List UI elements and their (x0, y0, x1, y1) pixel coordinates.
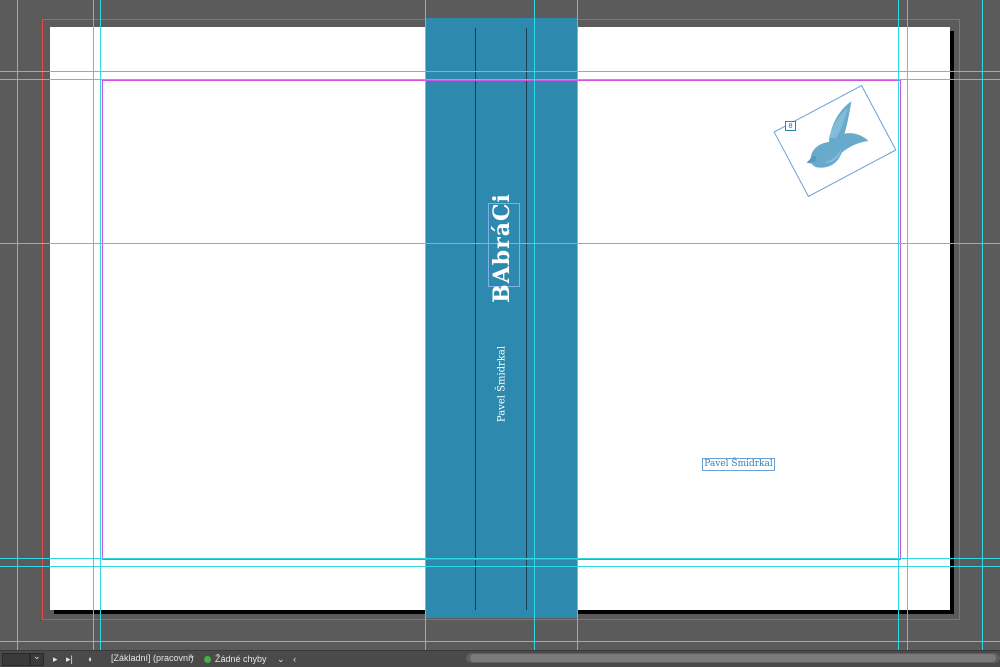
scrollbar-thumb[interactable] (470, 654, 996, 662)
spine-fold-left (475, 28, 476, 610)
guide-vertical[interactable] (100, 0, 101, 650)
preflight-label: Žádné chyby (215, 654, 267, 664)
guide-horizontal[interactable] (0, 566, 1000, 567)
guide-vertical[interactable] (17, 0, 18, 650)
guide-vertical[interactable] (907, 0, 908, 650)
guide-vertical[interactable] (982, 0, 983, 650)
page-dropdown[interactable]: ⌄ (30, 651, 44, 666)
chevron-down-icon: ⌄ (188, 650, 196, 660)
guide-vertical[interactable] (425, 0, 426, 650)
spine-author[interactable]: Pavel Šmidrkal (497, 346, 508, 422)
chevron-down-icon: ⌄ (277, 654, 285, 664)
open-page-icon[interactable]: ◐ (88, 651, 93, 667)
back-cover-author[interactable]: Pavel Šmidrkal (702, 458, 775, 471)
chevron-down-icon: ⌄ (33, 651, 41, 661)
guide-vertical[interactable] (898, 0, 899, 650)
guide-vertical[interactable] (534, 0, 535, 650)
guide-vertical[interactable] (577, 0, 578, 650)
guide-horizontal[interactable] (0, 641, 1000, 642)
spine-panel[interactable] (425, 18, 577, 618)
spine-fold-right (526, 28, 527, 610)
chevron-left-icon[interactable]: ‹ (293, 654, 296, 664)
guide-horizontal[interactable] (0, 79, 1000, 80)
horizontal-scrollbar[interactable] (466, 653, 1000, 663)
spine-title[interactable]: BAbráCi (489, 193, 515, 303)
guide-vertical[interactable] (93, 0, 94, 650)
preset-label: [Základní] (pracovní) (111, 653, 194, 663)
next-page-icon[interactable]: ▸ (53, 651, 58, 667)
image-link-badge[interactable]: 8 (785, 121, 796, 131)
preflight-status[interactable]: Žádné chyby ⌄ ‹ (204, 651, 296, 667)
page-number-field[interactable] (2, 653, 30, 666)
guide-horizontal[interactable] (0, 71, 1000, 72)
last-page-icon[interactable]: ▸| (66, 651, 73, 667)
preflight-ok-icon (204, 656, 211, 664)
preset-dropdown[interactable]: [Základní] (pracovní) ⌄ (108, 650, 196, 664)
guide-horizontal[interactable] (0, 558, 1000, 559)
